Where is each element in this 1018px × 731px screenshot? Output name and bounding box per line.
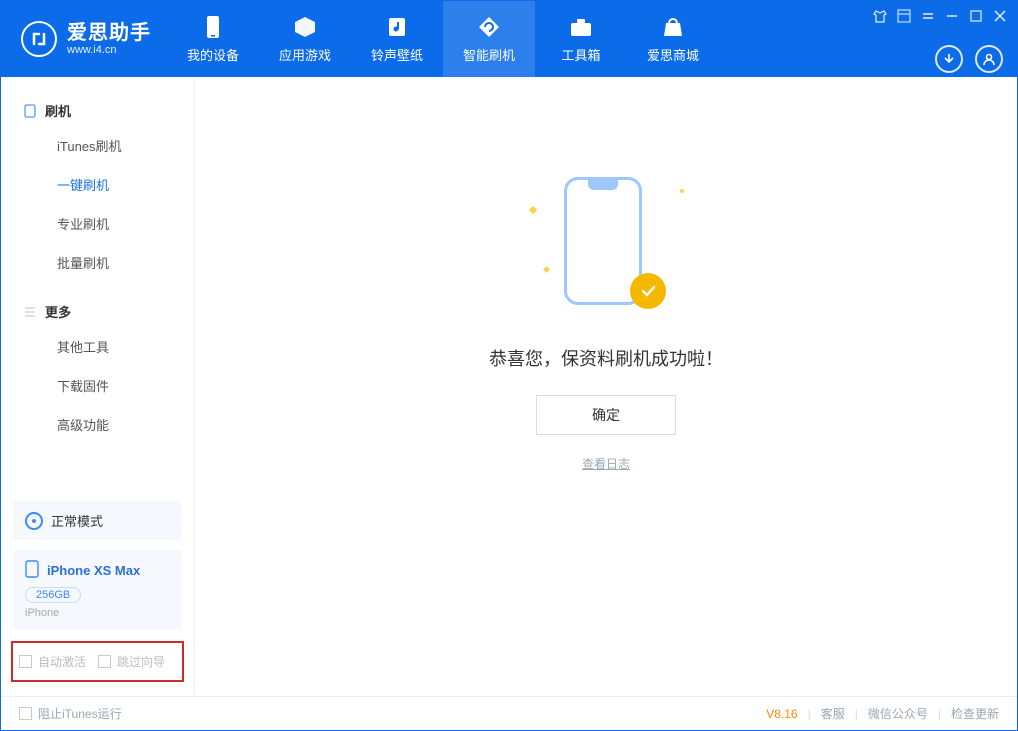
separator: | [938,707,941,721]
sparkle-icon [529,206,537,214]
sidebar-item-other[interactable]: 其他工具 [1,327,194,366]
device-icon [201,15,225,39]
separator: | [808,707,811,721]
sidebar-item-itunes[interactable]: iTunes刷机 [1,126,194,165]
nav-apps[interactable]: 应用游戏 [259,1,351,77]
app-title: 爱思助手 [67,22,151,44]
nav-label: 爱思商城 [647,45,699,64]
sidebar-group-more: 更多 其他工具 下载固件 高级功能 [1,296,194,444]
success-message: 恭喜您，保资料刷机成功啦！ [489,345,723,371]
phone-icon [23,104,37,118]
checkbox-box [19,655,32,668]
footer-link-support[interactable]: 客服 [821,705,845,722]
header: 爱思助手 www.i4.cn 我的设备 应用游戏 铃声壁纸 智能刷机 [1,1,1017,77]
nav-my-device[interactable]: 我的设备 [167,1,259,77]
nav-label: 我的设备 [187,45,239,64]
footer: 阻止iTunes运行 V8.16 | 客服 | 微信公众号 | 检查更新 [1,696,1017,730]
sidebar-item-oneclick[interactable]: 一键刷机 [1,165,194,204]
sidebar-group-label: 刷机 [45,101,71,120]
ok-button[interactable]: 确定 [536,395,676,435]
music-icon [385,15,409,39]
titlebar-buttons [873,9,1007,26]
mode-icon [25,512,43,530]
shirt-icon[interactable] [873,9,887,26]
success-illustration [546,177,666,317]
sidebar-devices: 正常模式 iPhone XS Max 256GB iPhone [1,501,194,641]
bag-icon [661,15,685,39]
block-itunes-label: 阻止iTunes运行 [38,705,122,722]
version-label: V8.16 [766,707,797,721]
view-log-link[interactable]: 查看日志 [582,455,630,472]
cube-icon [293,15,317,39]
nav-label: 应用游戏 [279,45,331,64]
device-name: iPhone XS Max [47,563,140,578]
sidebar-menu: 刷机 iTunes刷机 一键刷机 专业刷机 批量刷机 更多 其他工具 下载固件 … [1,77,194,501]
checkbox-box [98,655,111,668]
toolbox-icon [569,15,593,39]
sidebar-item-firmware[interactable]: 下载固件 [1,366,194,405]
logo-icon [21,21,57,57]
auto-activate-label: 自动激活 [38,653,86,670]
sidebar-group-flash: 刷机 iTunes刷机 一键刷机 专业刷机 批量刷机 [1,95,194,282]
sidebar-item-advanced[interactable]: 高级功能 [1,405,194,444]
download-button[interactable] [935,45,963,73]
bottom-options-highlight: 自动激活 跳过向导 [11,641,184,682]
nav-toolbox[interactable]: 工具箱 [535,1,627,77]
nav-label: 工具箱 [561,45,600,64]
equals-icon[interactable] [921,9,935,26]
nav-label: 智能刷机 [463,45,515,64]
sparkle-icon [680,189,684,193]
mode-label: 正常模式 [51,511,103,530]
menu-icon[interactable] [897,9,911,26]
nav-shop[interactable]: 爱思商城 [627,1,719,77]
sidebar-item-pro[interactable]: 专业刷机 [1,204,194,243]
logo: 爱思助手 www.i4.cn [1,1,167,77]
logo-text: 爱思助手 www.i4.cn [67,22,151,56]
nav-flash[interactable]: 智能刷机 [443,1,535,77]
block-itunes-checkbox[interactable]: 阻止iTunes运行 [19,705,122,722]
sidebar: 刷机 iTunes刷机 一键刷机 专业刷机 批量刷机 更多 其他工具 下载固件 … [1,77,195,696]
header-right [935,45,1003,73]
refresh-icon [477,15,501,39]
checkbox-box [19,707,32,720]
separator: | [855,707,858,721]
checkmark-badge-icon [630,273,666,309]
minimize-icon[interactable] [945,9,959,26]
maximize-icon[interactable] [969,9,983,26]
body: 刷机 iTunes刷机 一键刷机 专业刷机 批量刷机 更多 其他工具 下载固件 … [1,77,1017,696]
app-subtitle: www.i4.cn [67,44,151,56]
sidebar-group-head: 更多 [1,296,194,327]
device-card[interactable]: iPhone XS Max 256GB iPhone [13,550,182,629]
auto-activate-checkbox[interactable]: 自动激活 [19,653,86,670]
device-capacity: 256GB [25,587,81,603]
sidebar-group-label: 更多 [45,302,71,321]
nav-label: 铃声壁纸 [371,45,423,64]
sparkle-icon [543,266,550,273]
close-icon[interactable] [993,9,1007,26]
nav: 我的设备 应用游戏 铃声壁纸 智能刷机 工具箱 爱思商城 [167,1,719,77]
user-button[interactable] [975,45,1003,73]
skip-guide-label: 跳过向导 [117,653,165,670]
sidebar-item-batch[interactable]: 批量刷机 [1,243,194,282]
app-window: 爱思助手 www.i4.cn 我的设备 应用游戏 铃声壁纸 智能刷机 [0,0,1018,731]
mode-card[interactable]: 正常模式 [13,501,182,540]
footer-link-update[interactable]: 检查更新 [951,705,999,722]
footer-link-wechat[interactable]: 微信公众号 [868,705,928,722]
device-phone-icon [25,560,39,581]
main-panel: 恭喜您，保资料刷机成功啦！ 确定 查看日志 [195,77,1017,696]
sidebar-group-head: 刷机 [1,95,194,126]
nav-ringtone[interactable]: 铃声壁纸 [351,1,443,77]
list-icon [23,305,37,319]
skip-guide-checkbox[interactable]: 跳过向导 [98,653,165,670]
device-type: iPhone [25,607,170,619]
